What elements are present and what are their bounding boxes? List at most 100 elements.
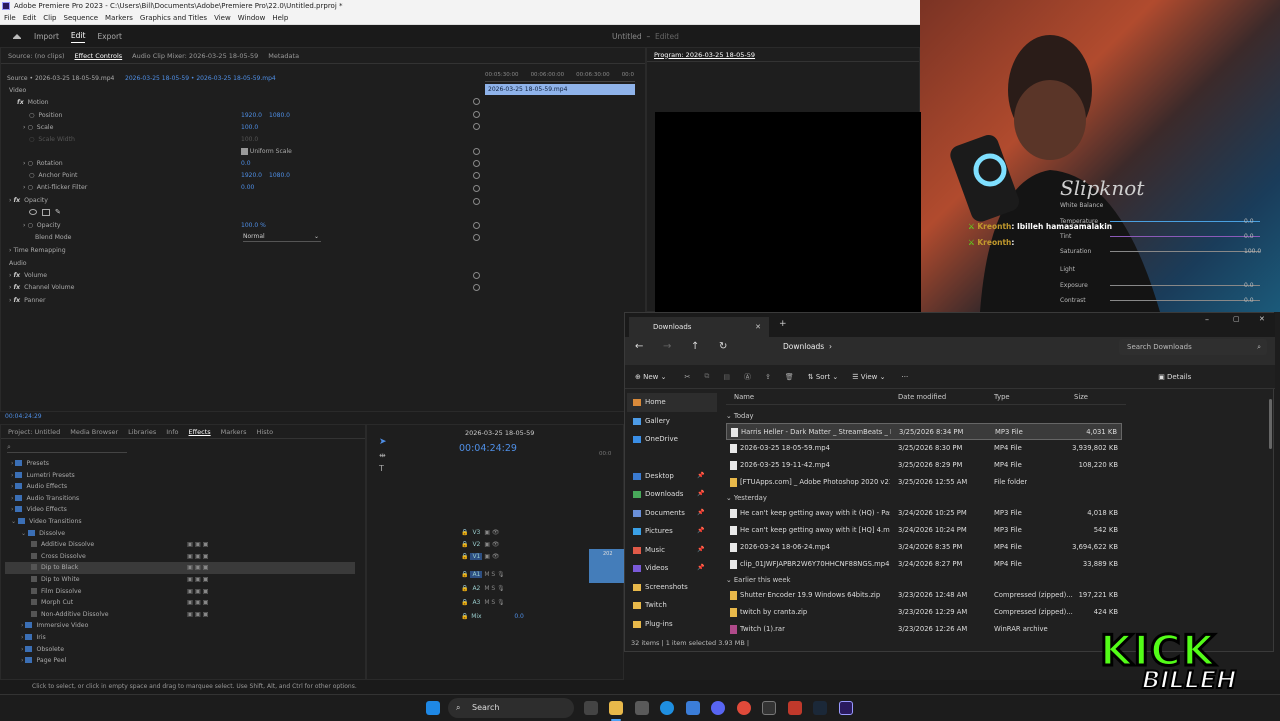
ec-anchor-x[interactable]: 1920.0 bbox=[241, 172, 262, 179]
ec-uniform-scale[interactable]: Uniform Scale bbox=[241, 148, 292, 155]
menu-graphics[interactable]: Graphics and Titles bbox=[140, 12, 207, 24]
tab-effects[interactable]: Effects bbox=[189, 428, 211, 436]
sidebar-item-plug-ins[interactable]: Plug-ins bbox=[627, 615, 717, 634]
close-tab-icon[interactable]: ✕ bbox=[755, 317, 761, 337]
ellipse-mask-icon[interactable] bbox=[29, 209, 37, 215]
tab-info[interactable]: Info bbox=[166, 428, 178, 436]
ec-volume[interactable]: › fx Volume bbox=[9, 270, 489, 282]
ec-clip-bar[interactable]: 2026-03-25 18-05-59.mp4 bbox=[485, 84, 635, 95]
ec-opacity-value[interactable]: 100.0 % bbox=[241, 222, 266, 229]
effects-tree-item[interactable]: › Video Effects bbox=[5, 504, 355, 516]
effects-tree-item[interactable]: Dip to White ▣ ▣ ▣ bbox=[5, 574, 355, 586]
effects-tree-item[interactable]: › Page Peel bbox=[5, 655, 355, 667]
tab-edit[interactable]: Edit bbox=[70, 29, 86, 43]
type-tool-icon[interactable]: T bbox=[379, 464, 387, 473]
menu-window[interactable]: Window bbox=[238, 12, 266, 24]
ec-anchor-y[interactable]: 1080.0 bbox=[269, 172, 290, 179]
premiere-taskbar-icon[interactable] bbox=[839, 701, 853, 715]
tab-import[interactable]: Import bbox=[34, 30, 59, 43]
menu-sequence[interactable]: Sequence bbox=[64, 12, 99, 24]
effects-tree-item[interactable]: Dip to Black ▣ ▣ ▣ bbox=[5, 562, 355, 574]
reset-scale-icon[interactable] bbox=[473, 123, 480, 130]
col-size[interactable]: Size bbox=[1074, 393, 1088, 401]
group-yesterday[interactable]: ⌄ Yesterday bbox=[726, 494, 767, 502]
edge-icon[interactable] bbox=[660, 701, 674, 715]
blend-mode-select[interactable]: Normal ⌄ bbox=[243, 233, 321, 242]
new-button[interactable]: ⊕ New ⌄ bbox=[635, 373, 666, 381]
pen-mask-icon[interactable]: ✎ bbox=[55, 209, 63, 216]
file-row[interactable]: 2026-03-25 19-11-42.mp4 3/25/2026 8:29 PM… bbox=[726, 457, 1122, 474]
sidebar-item-music[interactable]: Music 📌 bbox=[627, 541, 717, 560]
tint-value[interactable]: 0.0 bbox=[1244, 233, 1254, 240]
effects-search-input[interactable]: ⌕ bbox=[7, 443, 127, 453]
ec-rotation-value[interactable]: 0.0 bbox=[241, 160, 251, 167]
details-button[interactable]: ▣ Details bbox=[1158, 373, 1191, 381]
share-icon[interactable]: ⇪ bbox=[765, 373, 771, 381]
tab-markers[interactable]: Markers bbox=[221, 428, 247, 436]
effects-tree-item[interactable]: › Audio Transitions bbox=[5, 493, 355, 505]
effects-tree-item[interactable]: Additive Dissolve ▣ ▣ ▣ bbox=[5, 539, 355, 551]
reset-channel-icon[interactable] bbox=[473, 284, 480, 291]
effects-tree-item[interactable]: ⌄ Dissolve bbox=[5, 528, 355, 540]
contrast-value[interactable]: 0.0 bbox=[1244, 297, 1254, 304]
more-options-icon[interactable]: ··· bbox=[902, 373, 909, 381]
ec-scale-value[interactable]: 100.0 bbox=[241, 124, 258, 131]
ec-position-x[interactable]: 1920.0 bbox=[241, 112, 262, 119]
file-row[interactable]: clip_01JWFJAPBR2W6Y70HHCNF88NGS.mp4 3/24/… bbox=[726, 556, 1122, 573]
ec-channel-volume[interactable]: › fx Channel Volume bbox=[9, 282, 489, 294]
paste-icon[interactable]: ▤ bbox=[723, 373, 730, 381]
back-icon[interactable]: ← bbox=[635, 341, 643, 352]
reset-opacity-value-icon[interactable] bbox=[473, 222, 480, 229]
effects-tree-item[interactable]: Non-Additive Dissolve ▣ ▣ ▣ bbox=[5, 609, 355, 621]
program-video-frame[interactable] bbox=[655, 112, 921, 312]
tab-audio-clip-mixer[interactable]: Audio Clip Mixer: 2026-03-25 18-05-59 bbox=[132, 52, 258, 60]
tint-slider[interactable] bbox=[1110, 236, 1260, 237]
file-row[interactable]: Twitch (1).rar 3/23/2026 12:26 AM WinRAR a… bbox=[726, 621, 1122, 638]
reset-rotation-icon[interactable] bbox=[473, 160, 480, 167]
maximize-icon[interactable]: ▢ bbox=[1233, 315, 1240, 323]
reset-position-icon[interactable] bbox=[473, 111, 480, 118]
minimize-icon[interactable]: – bbox=[1205, 315, 1209, 324]
track-header[interactable]: 🔒 Mix 0.0 bbox=[461, 613, 589, 627]
file-row[interactable]: 2026-03-24 18-06-24.mp4 3/24/2026 8:35 PM… bbox=[726, 539, 1122, 556]
new-tab-icon[interactable]: + bbox=[779, 319, 787, 329]
explorer-scrollbar[interactable] bbox=[1269, 399, 1272, 449]
tab-histo[interactable]: Histo bbox=[257, 428, 274, 436]
menu-clip[interactable]: Clip bbox=[43, 12, 56, 24]
steam-icon[interactable] bbox=[813, 701, 827, 715]
effects-tree-item[interactable]: › Obsolete bbox=[5, 644, 355, 656]
temperature-slider[interactable] bbox=[1110, 221, 1260, 222]
effects-tree-item[interactable]: Cross Dissolve ▣ ▣ ▣ bbox=[5, 551, 355, 563]
track-header[interactable]: 🔒 V1 ▣ 👁 bbox=[461, 553, 589, 567]
home-icon[interactable] bbox=[12, 31, 22, 41]
sidebar-item-home[interactable]: Home bbox=[627, 393, 717, 412]
search-downloads-input[interactable]: Search Downloads ⌕ bbox=[1119, 339, 1267, 355]
store-icon[interactable] bbox=[635, 701, 649, 715]
taskbar-search[interactable]: ⌕ Search bbox=[448, 698, 574, 718]
effects-tree-item[interactable]: › Immersive Video bbox=[5, 620, 355, 632]
sidebar-item-twitch[interactable]: Twitch bbox=[627, 596, 717, 615]
file-row[interactable]: 2026-03-25 18-05-59.mp4 3/25/2026 8:30 PM… bbox=[726, 440, 1122, 457]
exposure-value[interactable]: 0.0 bbox=[1244, 282, 1254, 289]
file-row[interactable]: Shutter Encoder 19.9 Windows 64bits.zip 3… bbox=[726, 587, 1122, 604]
reset-anchor-icon[interactable] bbox=[473, 172, 480, 179]
sidebar-item-downloads[interactable]: Downloads 📌 bbox=[627, 485, 717, 504]
contrast-slider[interactable] bbox=[1110, 300, 1260, 301]
address-bar[interactable]: Downloads › bbox=[743, 339, 1113, 355]
app-icon[interactable] bbox=[788, 701, 802, 715]
sidebar-item-documents[interactable]: Documents 📌 bbox=[627, 504, 717, 523]
ec-motion[interactable]: fx Motion bbox=[17, 97, 497, 109]
ripple-tool-icon[interactable]: ⇹ bbox=[379, 451, 387, 460]
delete-icon[interactable]: 🗑 bbox=[785, 373, 794, 381]
saturation-slider[interactable] bbox=[1110, 251, 1260, 252]
terminal-icon[interactable] bbox=[762, 701, 776, 715]
temperature-value[interactable]: 0.0 bbox=[1244, 218, 1254, 225]
discord-icon[interactable] bbox=[711, 701, 725, 715]
explorer-tab-downloads[interactable]: Downloads ✕ bbox=[629, 317, 769, 337]
sidebar-item-gallery[interactable]: Gallery bbox=[627, 412, 717, 431]
file-row[interactable]: Harris Heller - Dark Matter _ StreamBeat… bbox=[726, 423, 1122, 440]
timeline-ruler[interactable]: 00:0 bbox=[599, 451, 611, 457]
file-row[interactable]: [FTUApps.com] _ Adobe Photoshop 2020 v21… bbox=[726, 474, 1122, 491]
ec-time-remapping[interactable]: › Time Remapping bbox=[9, 245, 489, 257]
menu-file[interactable]: File bbox=[4, 12, 16, 24]
